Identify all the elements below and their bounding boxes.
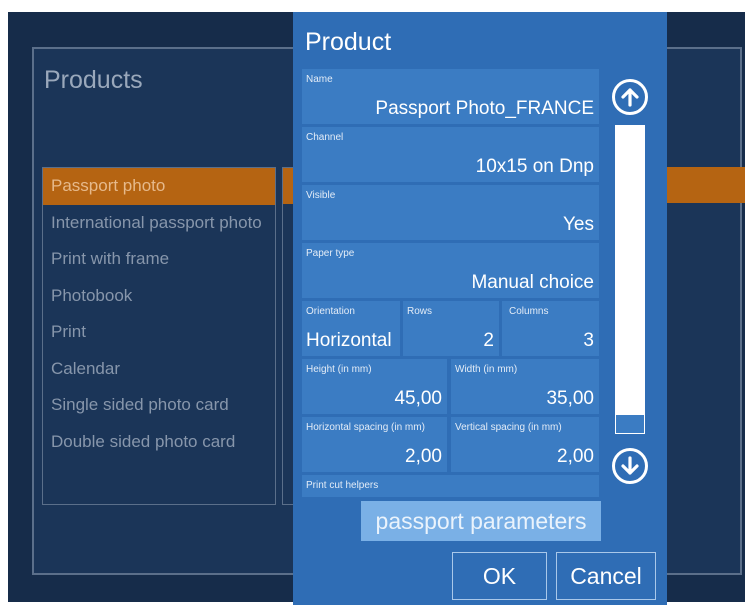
name-value: Passport Photo_FRANCE [375,98,594,119]
product-item-print-with-frame[interactable]: Print with frame [43,241,275,278]
visible-label: Visible [306,190,336,201]
vertical-spacing-label: Vertical spacing (in mm) [455,422,562,433]
vertical-spacing-value: 2,00 [557,446,594,467]
passport-parameters-button[interactable]: passport parameters [361,501,601,541]
name-field[interactable]: Name Passport Photo_FRANCE [302,69,599,124]
columns-value: 3 [583,330,594,351]
scroll-up-button[interactable] [612,79,648,115]
print-cut-helpers-label: Print cut helpers [306,480,379,491]
paper-type-label: Paper type [306,248,355,259]
print-cut-helpers-field[interactable]: Print cut helpers [302,475,599,497]
product-item-calendar[interactable]: Calendar [43,351,275,388]
height-field[interactable]: Height (in mm) 45,00 [302,359,447,414]
width-field[interactable]: Width (in mm) 35,00 [451,359,599,414]
orientation-field[interactable]: Orientation Horizontal [302,301,400,356]
columns-field[interactable]: Columns 3 [502,301,599,356]
paper-type-field[interactable]: Paper type Manual choice [302,243,599,298]
cancel-button[interactable]: Cancel [556,552,656,600]
rows-value: 2 [483,330,494,351]
visible-value: Yes [563,214,594,235]
visible-field[interactable]: Visible Yes [302,185,599,240]
width-label: Width (in mm) [455,364,518,375]
products-title: Products [44,66,143,94]
channel-value: 10x15 on Dnp [475,156,594,177]
product-item-double-sided-photo-card[interactable]: Double sided photo card [43,424,275,461]
arrow-up-circle-icon [621,88,639,107]
orientation-label: Orientation [306,306,355,317]
vertical-spacing-field[interactable]: Vertical spacing (in mm) 2,00 [451,417,599,472]
horizontal-spacing-label: Horizontal spacing (in mm) [306,422,425,433]
product-item-international-passport-photo[interactable]: International passport photo [43,205,275,242]
orientation-value: Horizontal [306,330,392,351]
scroll-thumb[interactable] [615,414,645,434]
product-item-single-sided-photo-card[interactable]: Single sided photo card [43,387,275,424]
width-value: 35,00 [546,388,594,409]
ok-button[interactable]: OK [452,552,547,600]
dialog-title: Product [305,28,392,56]
scroll-track[interactable] [615,125,645,425]
scroll-down-button[interactable] [612,448,648,484]
rows-label: Rows [407,306,433,317]
height-value: 45,00 [394,388,442,409]
paper-type-value: Manual choice [471,272,594,293]
name-label: Name [306,74,333,85]
product-item-print[interactable]: Print [43,314,275,351]
horizontal-spacing-value: 2,00 [405,446,442,467]
channel-label: Channel [306,132,344,143]
arrow-down-circle-icon [621,456,639,475]
product-item-passport-photo[interactable]: Passport photo [43,168,275,205]
product-item-photobook[interactable]: Photobook [43,278,275,315]
height-label: Height (in mm) [306,364,372,375]
selection-highlight-right [666,167,745,203]
rows-field[interactable]: Rows 2 [403,301,499,356]
product-dialog: Product Name Passport Photo_FRANCE Chann… [293,12,667,605]
horizontal-spacing-field[interactable]: Horizontal spacing (in mm) 2,00 [302,417,447,472]
products-list: Passport photo International passport ph… [42,167,276,505]
columns-label: Columns [509,306,549,317]
channel-field[interactable]: Channel 10x15 on Dnp [302,127,599,182]
